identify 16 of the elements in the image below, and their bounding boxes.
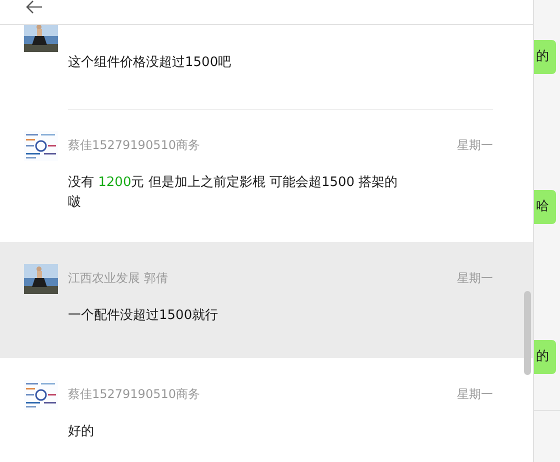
sender-name: 蔡佳15279190510商务 bbox=[68, 137, 200, 153]
message-time: 星期一 bbox=[457, 137, 493, 153]
message-text: 好的 bbox=[68, 423, 95, 441]
back-arrow-icon[interactable] bbox=[25, 0, 43, 14]
message-text: 一个配件没超过1500就行 bbox=[68, 307, 220, 325]
sender-name: 江西农业发展 郭倩 bbox=[68, 270, 168, 286]
message-time: 星期一 bbox=[457, 386, 493, 402]
chat-bubble: 的 bbox=[534, 340, 556, 374]
message-text: 没有 1200元 但是加上之前定影棍 可能会超1500 搭架的啵 bbox=[68, 174, 399, 212]
message-time: 星期一 bbox=[457, 270, 493, 286]
scrollbar-thumb[interactable] bbox=[524, 291, 531, 375]
chat-bubble: 的 bbox=[534, 40, 556, 74]
chat-bubble: 哈 bbox=[534, 190, 556, 224]
message-item-highlight[interactable]: 江西农业发展 郭倩 星期一 一个配件没超过1500就行 bbox=[0, 242, 533, 358]
message-text: 这个组件价格没超过1500吧 bbox=[68, 54, 232, 72]
sender-name: 蔡佳15279190510商务 bbox=[68, 386, 200, 402]
